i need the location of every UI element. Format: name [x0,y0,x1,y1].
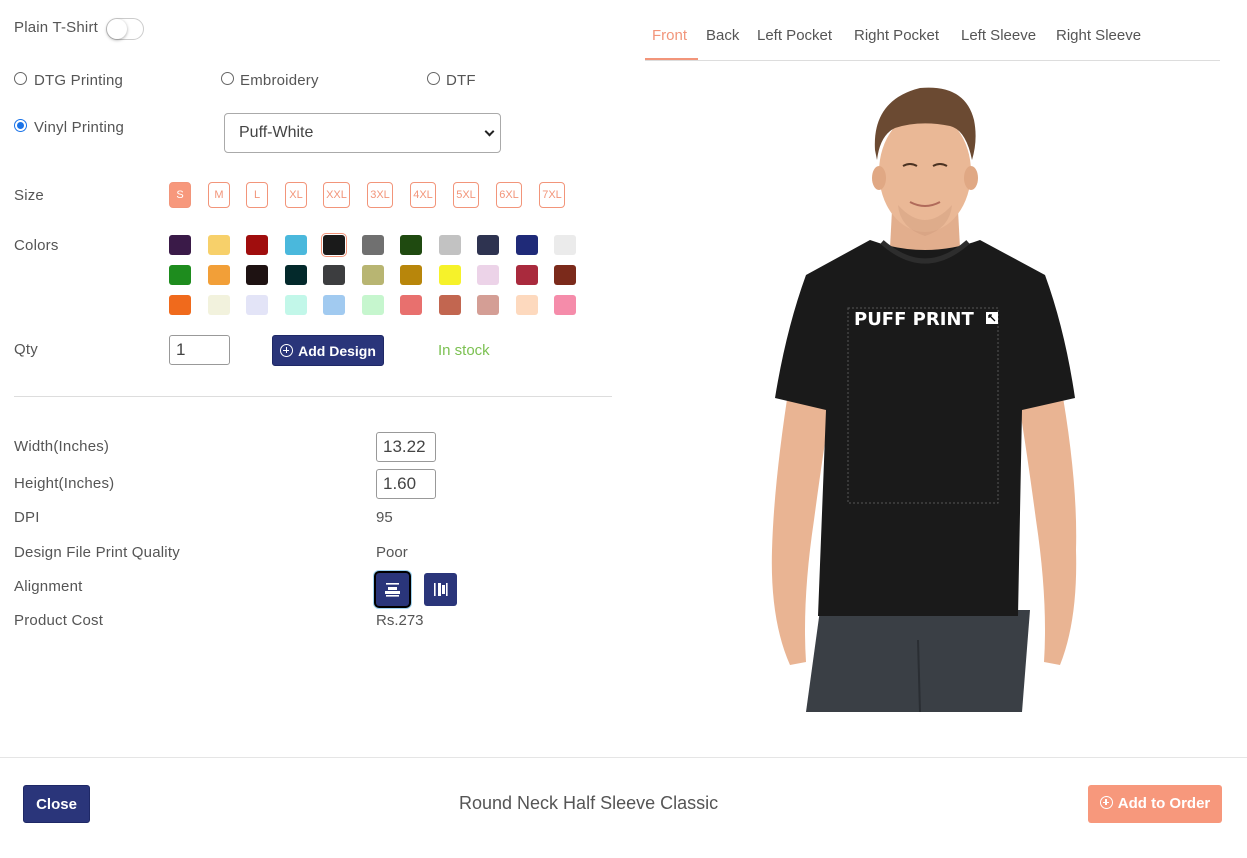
vinyl-printing-label: Vinyl Printing [34,119,125,136]
align-vertical-center-icon [434,583,448,596]
product-preview-image: PUFF PRINT [771,87,1077,712]
size-option-5xl[interactable]: 5XL [453,182,479,208]
color-swatch[interactable] [285,265,307,285]
size-label: Size [14,187,44,204]
color-swatch[interactable] [439,265,461,285]
add-circle-icon [1099,796,1113,809]
color-swatch[interactable] [400,265,422,285]
size-option-s[interactable]: S [169,182,191,208]
print-quality-value: Poor [376,544,408,561]
size-option-3xl[interactable]: 3XL [367,182,393,208]
size-option-7xl[interactable]: 7XL [539,182,565,208]
modal-footer: Close Round Neck Half Sleeve Classic Add… [0,757,1247,858]
dpi-label: DPI [14,509,40,526]
size-option-xxl[interactable]: XXL [323,182,350,208]
dpi-value: 95 [376,509,393,526]
size-option-m[interactable]: M [208,182,230,208]
color-swatch[interactable] [477,235,499,255]
add-design-label: Add Design [298,343,376,359]
print-design-text: PUFF PRINT [854,309,974,330]
color-swatch[interactable] [246,235,268,255]
stock-status: In stock [438,342,490,359]
color-swatch[interactable] [516,235,538,255]
color-swatch[interactable] [477,295,499,315]
color-swatch[interactable] [208,295,230,315]
color-swatch[interactable] [285,235,307,255]
colors-label: Colors [14,237,59,254]
size-option-l[interactable]: L [246,182,268,208]
tab-left-pocket[interactable]: Left Pocket [757,27,832,44]
color-swatch[interactable] [208,265,230,285]
color-swatch[interactable] [477,265,499,285]
height-label: Height(Inches) [14,475,115,492]
product-cost-value: Rs.273 [376,612,424,629]
color-swatch[interactable] [169,265,191,285]
color-swatch[interactable] [516,295,538,315]
close-button[interactable]: Close [23,785,90,823]
size-option-xl[interactable]: XL [285,182,307,208]
vinyl-type-select[interactable]: Puff-White [224,113,501,153]
color-swatch[interactable] [323,295,345,315]
embroidery-label: Embroidery [240,72,319,89]
color-swatch[interactable] [321,233,347,257]
add-circle-icon [280,344,294,357]
add-to-order-button[interactable]: Add to Order [1088,785,1222,823]
product-cost-label: Product Cost [14,612,104,629]
width-input[interactable]: 13.22 [376,432,436,462]
tab-right-sleeve[interactable]: Right Sleeve [1056,27,1141,44]
color-swatch[interactable] [169,235,191,255]
toggle-knob [107,19,127,39]
color-swatch[interactable] [400,295,422,315]
dtg-printing-radio[interactable] [14,72,27,85]
color-swatch[interactable] [516,265,538,285]
qty-label: Qty [14,341,38,358]
color-swatch[interactable] [246,295,268,315]
color-swatch[interactable] [246,265,268,285]
alignment-label: Alignment [14,578,83,595]
view-tabs: Front Back Left Pocket Right Pocket Left… [645,24,1220,61]
tab-front[interactable]: Front [652,27,687,44]
color-swatch[interactable] [439,235,461,255]
add-design-button[interactable]: Add Design [272,335,384,366]
color-swatch[interactable] [439,295,461,315]
color-swatch[interactable] [208,235,230,255]
color-swatch[interactable] [554,265,576,285]
divider [14,396,612,397]
active-tab-indicator [645,58,698,60]
tab-right-pocket[interactable]: Right Pocket [854,27,939,44]
print-quality-label: Design File Print Quality [14,544,180,561]
width-label: Width(Inches) [14,438,110,455]
customization-panel: Plain T-Shirt DTG Printing Embroidery DT… [0,0,630,758]
align-horizontal-center-button[interactable] [376,573,409,606]
color-swatch[interactable] [554,235,576,255]
color-swatch[interactable] [362,235,384,255]
color-swatch[interactable] [362,295,384,315]
dtg-printing-label: DTG Printing [34,72,124,89]
product-name: Round Neck Half Sleeve Classic [459,793,719,813]
size-option-6xl[interactable]: 6XL [496,182,522,208]
vinyl-printing-radio[interactable] [14,119,27,132]
tab-back[interactable]: Back [706,27,739,44]
add-to-order-label: Add to Order [1117,795,1211,812]
plain-tshirt-label: Plain T-Shirt [14,19,99,36]
tab-left-sleeve[interactable]: Left Sleeve [961,27,1036,44]
embroidery-radio[interactable] [221,72,234,85]
color-swatch[interactable] [400,235,422,255]
height-input[interactable]: 1.60 [376,469,436,499]
color-swatch[interactable] [323,265,345,285]
align-vertical-center-button[interactable] [424,573,457,606]
dtf-label: DTF [446,72,476,89]
dtf-radio[interactable] [427,72,440,85]
color-swatch[interactable] [285,295,307,315]
size-option-4xl[interactable]: 4XL [410,182,436,208]
align-horizontal-center-icon [385,583,400,597]
vinyl-type-value: Puff-White [239,124,314,141]
color-swatch[interactable] [362,265,384,285]
qty-input[interactable]: 1 [169,335,230,365]
plain-tshirt-toggle[interactable] [106,18,144,40]
color-swatch[interactable] [169,295,191,315]
color-swatch[interactable] [554,295,576,315]
chevron-down-icon [484,126,495,137]
